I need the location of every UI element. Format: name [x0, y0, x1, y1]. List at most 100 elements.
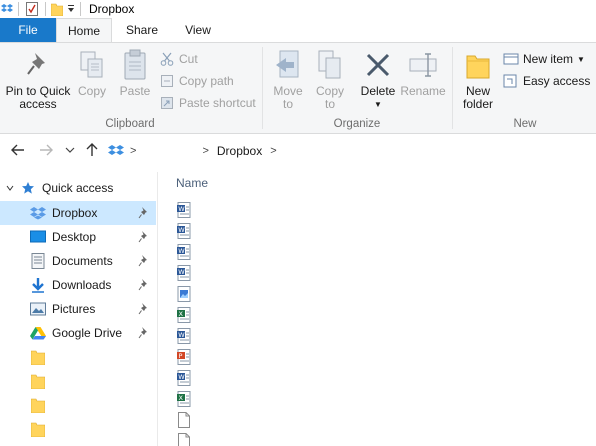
sidebar-item-folder[interactable] [0, 393, 156, 417]
copy-path-label: Copy path [179, 74, 234, 88]
folder-icon [30, 397, 46, 413]
file-row[interactable]: W [176, 325, 576, 346]
title-bar: Dropbox [0, 0, 596, 18]
nav-quick-access-label: Quick access [42, 181, 114, 195]
tab-share[interactable]: Share [116, 18, 168, 42]
copy-button[interactable]: Copy [74, 47, 110, 98]
pin-icon [25, 47, 51, 83]
dropbox-app-icon [0, 0, 14, 18]
folder-icon [30, 421, 46, 437]
nav-quick-access[interactable]: Quick access [0, 176, 156, 200]
copy-icon [79, 47, 105, 83]
chevron-down-icon [65, 147, 75, 153]
sidebar-item-google-drive[interactable]: Google Drive [0, 321, 156, 345]
word-doc-icon: W [176, 369, 192, 387]
ribbon-tabs: File Home Share View [0, 18, 596, 43]
recent-locations-button[interactable] [62, 140, 78, 160]
sidebar-item-pictures[interactable]: Pictures [0, 297, 156, 321]
new-folder-button[interactable]: New folder [458, 47, 498, 111]
clipboard-group: Pin to Quick access Copy Paste Cut Copy … [0, 43, 260, 133]
pin-icon[interactable] [138, 302, 150, 316]
paste-icon [122, 47, 148, 83]
google-drive-icon [30, 325, 46, 341]
easy-access-button[interactable]: Easy access ▼ [502, 71, 596, 91]
paste-shortcut-label: Paste shortcut [179, 96, 256, 110]
window-title: Dropbox [89, 2, 135, 16]
delete-button[interactable]: Delete ▼ [358, 47, 398, 111]
rename-icon [408, 47, 438, 83]
new-folder-qat-icon[interactable] [50, 0, 64, 18]
star-icon [20, 180, 36, 196]
column-header-name[interactable]: Name [176, 176, 208, 190]
up-button[interactable] [82, 140, 102, 160]
cut-button[interactable]: Cut [158, 49, 198, 69]
copy-to-button[interactable]: Copy to [310, 47, 350, 111]
svg-text:X: X [179, 394, 184, 402]
back-button[interactable] [8, 140, 28, 160]
forward-button[interactable] [36, 140, 56, 160]
qat-separator [45, 2, 46, 16]
copy-to-label-line2: to [324, 97, 335, 111]
paste-shortcut-button[interactable]: Paste shortcut [158, 93, 256, 113]
sidebar-item-desktop[interactable]: Desktop [0, 225, 156, 249]
file-row[interactable]: W [176, 241, 576, 262]
blank-file-icon [176, 432, 192, 446]
svg-text:P: P [179, 352, 183, 360]
clipboard-group-label: Clipboard [105, 118, 155, 130]
tab-file[interactable]: File [0, 18, 56, 42]
pin-icon[interactable] [138, 278, 150, 292]
file-row[interactable]: P [176, 346, 576, 367]
new-folder-icon [465, 47, 491, 83]
sidebar-item-label: Documents [52, 254, 113, 268]
pin-icon[interactable] [138, 230, 150, 244]
sidebar-item-dropbox[interactable]: Dropbox [0, 201, 156, 225]
sidebar-item-downloads[interactable]: Downloads [0, 273, 156, 297]
pin-icon[interactable] [138, 254, 150, 268]
breadcrumb-dropbox[interactable]: Dropbox [217, 144, 262, 158]
sidebar-item-folder[interactable] [0, 417, 156, 441]
pin-icon[interactable] [138, 206, 150, 220]
folder-icon [30, 349, 46, 365]
file-row[interactable]: W [176, 367, 576, 388]
sidebar-item-label: Dropbox [52, 206, 98, 220]
file-row[interactable] [176, 283, 576, 304]
word-doc-icon: W [176, 222, 192, 240]
excel-file-icon: X [176, 390, 192, 408]
file-row[interactable] [176, 409, 576, 430]
move-to-button[interactable]: Move to [268, 47, 308, 111]
copy-path-button[interactable]: Copy path [158, 71, 234, 91]
ribbon: Pin to Quick access Copy Paste Cut Copy … [0, 42, 596, 134]
pin-to-quick-access-button[interactable]: Pin to Quick access [4, 47, 72, 111]
dropbox-icon [30, 205, 46, 221]
file-row[interactable]: W [176, 262, 576, 283]
svg-text:W: W [178, 247, 185, 255]
word-doc-icon: W [176, 264, 192, 282]
address-bar[interactable]: > > Dropbox > [106, 140, 346, 162]
new-item-button[interactable]: New item ▼ [502, 49, 585, 69]
delete-label: Delete [360, 84, 396, 98]
powerpoint-file-icon: P [176, 348, 192, 366]
properties-icon[interactable] [23, 0, 41, 18]
pin-icon[interactable] [138, 326, 150, 340]
excel-file-icon: X [176, 306, 192, 324]
paste-shortcut-icon [158, 95, 176, 111]
expand-chevron-icon [6, 184, 20, 192]
organize-group: Move to Copy to Delete ▼ Rename Organize [264, 43, 450, 133]
organize-group-label: Organize [333, 118, 381, 130]
tab-view[interactable]: View [172, 18, 224, 42]
tab-home[interactable]: Home [56, 18, 112, 43]
paste-button[interactable]: Paste [116, 47, 154, 98]
file-row[interactable]: X [176, 388, 576, 409]
file-row[interactable]: W [176, 199, 576, 220]
navigation-bar: > > Dropbox > [0, 135, 596, 165]
qat-customize-chevron-icon[interactable] [64, 0, 78, 18]
sidebar-item-folder[interactable] [0, 369, 156, 393]
file-row[interactable] [176, 430, 576, 446]
rename-button[interactable]: Rename [400, 47, 446, 98]
sidebar-item-folder[interactable] [0, 345, 156, 369]
file-row[interactable]: W [176, 220, 576, 241]
sidebar-item-documents[interactable]: Documents [0, 249, 156, 273]
navigation-pane: Quick access Dropbox Desktop Documents D… [0, 172, 158, 446]
new-group-label: New [513, 118, 537, 130]
file-row[interactable]: X [176, 304, 576, 325]
